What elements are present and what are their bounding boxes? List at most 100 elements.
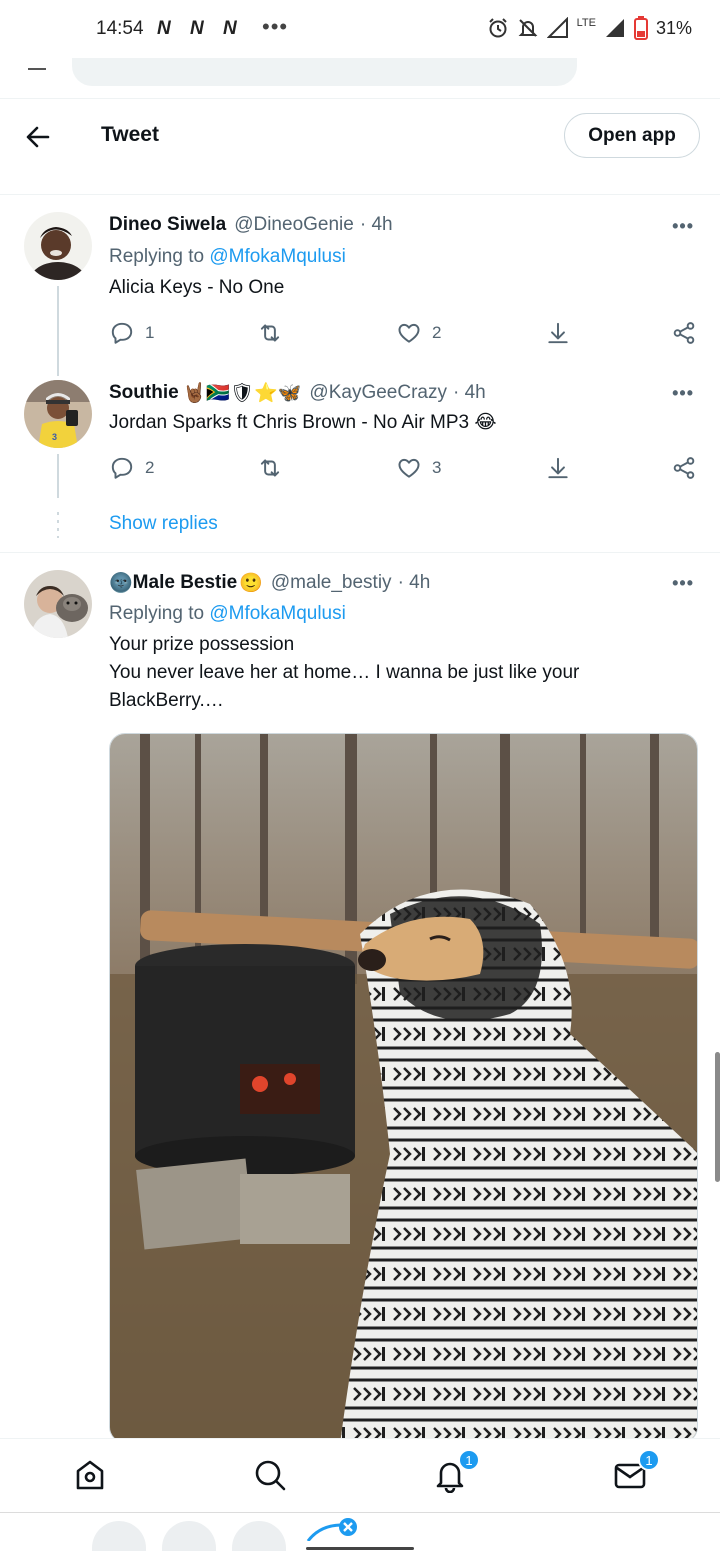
notification-n-icon: N [190,18,204,39]
thread-line [57,286,59,376]
author-name[interactable]: Male Bestie [133,572,238,594]
home-icon [76,1460,104,1490]
tweet-text-line: You never leave her at home… I wanna be … [109,662,580,711]
avatar[interactable] [24,570,92,638]
status-time: 14:54 [96,18,144,39]
bottom-nav: 1 1 [0,1438,720,1512]
more-options-icon[interactable]: ••• [672,383,694,404]
author-handle[interactable]: @DineoGenie [234,214,354,236]
author-name[interactable]: Southie [109,382,179,404]
network-type: LTE [576,17,596,29]
avatar[interactable]: 3 [24,380,92,448]
reply-icon [111,322,133,344]
thread-dots [57,512,59,538]
signal-icon [546,17,568,38]
heart-icon [398,458,420,478]
tweet-text: Your prize possession You never leave he… [109,631,689,715]
notification-n-icon: N [157,18,171,39]
replying-to: Replying to @MfokaMqulusi [109,246,346,268]
replying-to-link[interactable]: @MfokaMqulusi [209,246,346,267]
tweet-author-row: 🌚 Male Bestie 🙂 @male_bestiy · 4h [109,571,430,595]
like-count: 2 [432,323,442,342]
author-emoji-prefix: 🌚 [109,573,133,594]
retweet-icon [260,459,280,477]
system-area [0,1512,720,1560]
tweet-media-image[interactable] [109,733,698,1443]
share-button[interactable] [671,455,697,481]
reply-icon [111,457,133,479]
scrollbar[interactable] [715,1052,720,1182]
more-options-icon[interactable]: ••• [672,216,694,237]
close-icon[interactable] [306,1517,366,1541]
download-icon [548,322,568,344]
divider [0,552,720,553]
tweet-author-row: Southie 🤘🏾🇿🇦🛡⭐🦋 @KayGeeCrazy · 4h [109,381,486,405]
svg-text:3: 3 [52,432,57,442]
circle-peek [162,1521,216,1551]
page-title: Tweet [101,123,159,146]
nav-messages[interactable]: 1 [612,1449,660,1493]
menu-peek [28,68,46,70]
reply-count: 2 [145,458,155,477]
circle-peek [92,1521,146,1551]
tweet-time: · 4h [359,214,393,235]
alarm-icon [488,18,507,38]
retweet-icon [260,324,280,342]
author-handle[interactable]: @KayGeeCrazy [309,382,447,404]
retweet-button[interactable] [257,455,293,481]
reply-count: 1 [145,323,155,342]
replying-to: Replying to @MfokaMqulusi [109,603,346,625]
battery-percent: 31% [655,17,692,38]
tweet-text-line: Your prize possession [109,634,295,655]
battery-icon [633,16,648,40]
retweet-button[interactable] [257,320,293,346]
thread-line [57,454,59,498]
nav-notifications[interactable]: 1 [432,1449,480,1494]
signal-icon [605,19,624,37]
tweet-actions: 2 3 [109,455,699,485]
download-button[interactable] [545,455,571,481]
author-name[interactable]: Dineo Siwela [109,214,226,236]
tweet-text: Alicia Keys - No One [109,277,285,298]
tweet-header: Tweet Open app [0,98,720,195]
replying-prefix: Replying to [109,246,205,267]
share-button[interactable] [671,320,697,346]
more-options-icon[interactable]: ••• [672,573,694,594]
tweet-time: · 4h [452,382,486,403]
reply-button[interactable]: 2 [109,455,154,481]
like-count: 3 [432,458,442,477]
share-icon [673,457,695,479]
share-icon [673,322,695,344]
download-button[interactable] [545,320,571,346]
replying-to-link[interactable]: @MfokaMqulusi [209,603,346,624]
replying-prefix: Replying to [109,603,205,624]
back-arrow-icon[interactable] [22,121,54,153]
nav-explore[interactable] [252,1457,288,1493]
author-emoji-suffix: 🙂 [239,573,263,594]
download-icon [548,457,568,479]
more-notifications-icon: ••• [262,14,289,39]
notifications-badge: 1 [458,1449,480,1471]
open-app-button[interactable]: Open app [564,113,700,158]
avatar[interactable] [24,212,92,280]
like-button[interactable]: 3 [396,455,441,481]
gesture-bar[interactable] [306,1547,414,1550]
status-bar: 14:54 N N N ••• LTE 31% [0,0,720,60]
tweet-author-row: Dineo Siwela @DineoGenie · 4h [109,214,393,236]
show-replies-link[interactable]: Show replies [109,513,218,535]
search-bar-peek [72,58,577,86]
notification-n-icon: N [223,18,237,39]
messages-badge: 1 [638,1449,660,1471]
mute-icon [518,19,538,37]
like-button[interactable]: 2 [396,320,441,346]
circle-peek [232,1521,286,1551]
tweet-actions: 1 2 [109,320,699,350]
search-icon [255,1460,286,1491]
nav-home[interactable] [72,1457,108,1493]
heart-icon [398,323,420,343]
tweet-text: Jordan Sparks ft Chris Brown - No Air MP… [109,412,497,433]
tweet-time: · 4h [397,572,431,593]
author-name-emoji: 🤘🏾🇿🇦🛡⭐🦋 [182,383,302,404]
author-handle[interactable]: @male_bestiy [271,572,392,594]
reply-button[interactable]: 1 [109,320,154,346]
